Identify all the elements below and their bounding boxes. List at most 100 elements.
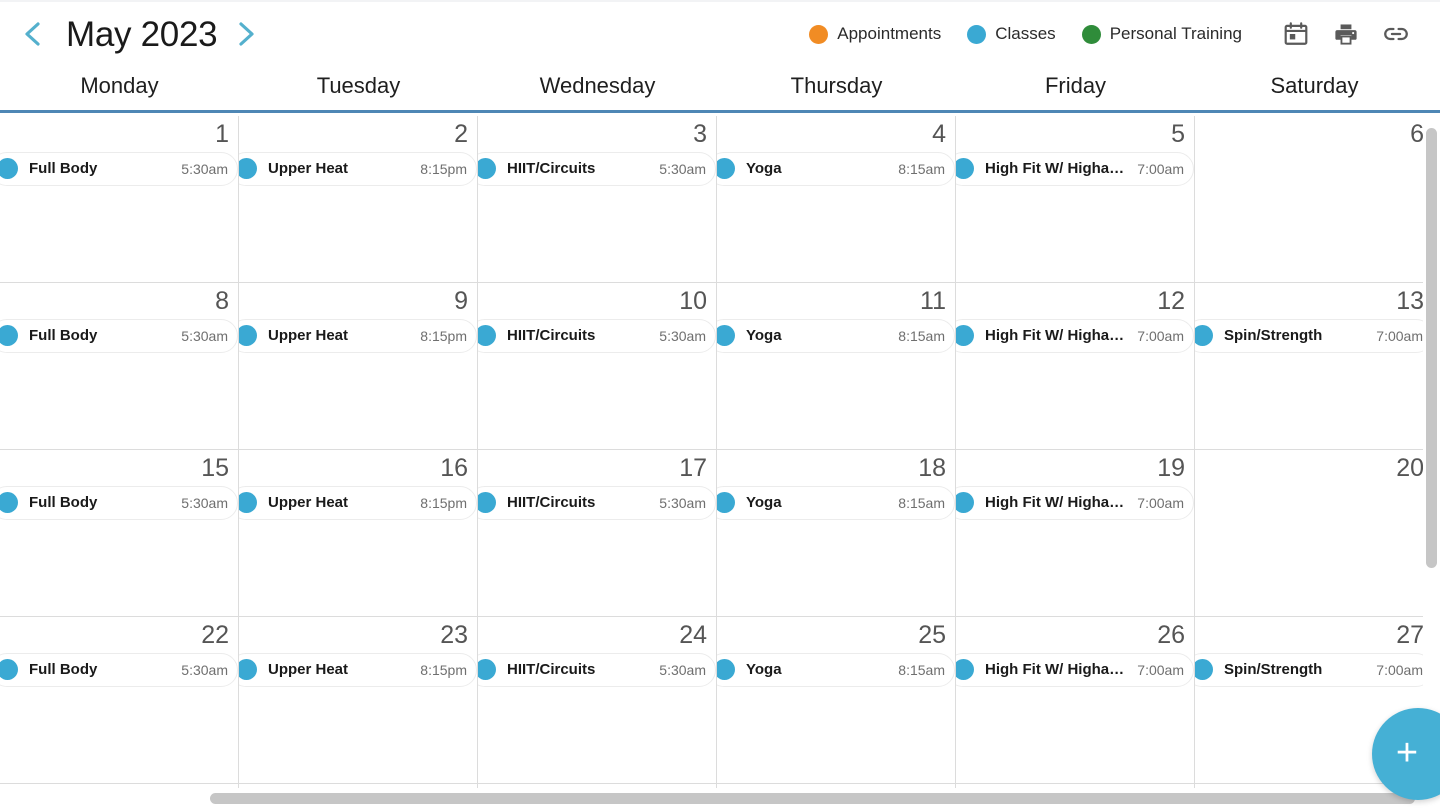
week-row: 8 Full Body 5:30am 9 Upper Heat 8:15pm 10 HIIT/…	[0, 283, 1440, 450]
day-cell[interactable]: 8 Full Body 5:30am	[0, 283, 239, 449]
day-cell[interactable]: 13 Spin/Strength 7:00am	[1195, 283, 1434, 449]
event-chip[interactable]: Upper Heat 8:15pm	[239, 485, 477, 520]
day-number: 18	[918, 454, 946, 482]
event-chip[interactable]: Full Body 5:30am	[0, 652, 238, 687]
event-chip[interactable]: Spin/Strength 7:00am	[1195, 652, 1433, 687]
event-title: High Fit W/ Highah...	[985, 494, 1130, 512]
previous-month-button[interactable]	[12, 13, 54, 55]
event-title: Full Body	[29, 494, 98, 512]
event-category-dot-icon	[0, 659, 18, 681]
day-number: 11	[920, 287, 946, 315]
horizontal-scrollbar[interactable]	[0, 788, 1440, 808]
event-chip[interactable]: Full Body 5:30am	[0, 318, 238, 353]
event-chip[interactable]: HIIT/Circuits 5:30am	[478, 652, 716, 687]
event-title: Yoga	[746, 327, 782, 345]
event-chip[interactable]: Upper Heat 8:15pm	[239, 318, 477, 353]
vertical-scrollbar[interactable]	[1423, 116, 1440, 788]
day-cell[interactable]: 26 High Fit W/ Highah... 7:00am	[956, 617, 1195, 783]
day-number: 13	[1396, 287, 1424, 315]
event-chip[interactable]: Yoga 8:15am	[717, 485, 955, 520]
day-number: 15	[201, 454, 229, 482]
day-cell[interactable]: 19 High Fit W/ Highah... 7:00am	[956, 450, 1195, 616]
day-cell[interactable]: 18 Yoga 8:15am	[717, 450, 956, 616]
event-category-dot-icon	[478, 659, 496, 681]
event-category-dot-icon	[239, 325, 257, 347]
event-title: Full Body	[29, 327, 98, 345]
day-number: 6	[1410, 120, 1424, 148]
day-cell[interactable]: 22 Full Body 5:30am	[0, 617, 239, 783]
legend-label-classes: Classes	[995, 24, 1056, 43]
day-cell[interactable]: 10 HIIT/Circuits 5:30am	[478, 283, 717, 449]
weekday-header-row: Monday Tuesday Wednesday Thursday Friday…	[0, 66, 1440, 113]
day-cell[interactable]: 12 High Fit W/ Highah... 7:00am	[956, 283, 1195, 449]
day-number: 12	[1157, 287, 1185, 315]
day-cell[interactable]: 2 Upper Heat 8:15pm	[239, 116, 478, 282]
day-number: 20	[1396, 454, 1424, 482]
weekday-header-thursday: Thursday	[790, 73, 883, 98]
legend-item-personal-training[interactable]: Personal Training	[1081, 24, 1242, 44]
event-chip[interactable]: Full Body 5:30am	[0, 485, 238, 520]
event-chip[interactable]: Upper Heat 8:15pm	[239, 652, 477, 687]
day-cell[interactable]: 9 Upper Heat 8:15pm	[239, 283, 478, 449]
day-number: 8	[215, 287, 229, 315]
day-cell[interactable]: 11 Yoga 8:15am	[717, 283, 956, 449]
link-icon[interactable]	[1382, 20, 1410, 48]
day-cell[interactable]: 20	[1195, 450, 1434, 616]
event-category-dot-icon	[239, 492, 257, 514]
day-number: 2	[454, 120, 468, 148]
event-time: 5:30am	[659, 494, 706, 511]
day-cell[interactable]: 5 High Fit W/ Highah... 7:00am	[956, 116, 1195, 282]
event-chip[interactable]: High Fit W/ Highah... 7:00am	[956, 318, 1194, 353]
event-chip[interactable]: Full Body 5:30am	[0, 151, 238, 186]
event-chip[interactable]: Yoga 8:15am	[717, 652, 955, 687]
event-chip[interactable]: High Fit W/ Highah... 7:00am	[956, 151, 1194, 186]
event-chip[interactable]: High Fit W/ Highah... 7:00am	[956, 485, 1194, 520]
event-chip[interactable]: Spin/Strength 7:00am	[1195, 318, 1433, 353]
green-dot-icon	[1081, 24, 1101, 44]
day-cell[interactable]: 16 Upper Heat 8:15pm	[239, 450, 478, 616]
event-time: 5:30am	[181, 327, 228, 344]
event-category-dot-icon	[0, 325, 18, 347]
legend-item-appointments[interactable]: Appointments	[809, 24, 941, 44]
day-cell[interactable]: 4 Yoga 8:15am	[717, 116, 956, 282]
event-category-dot-icon	[717, 659, 735, 681]
day-cell[interactable]: 6	[1195, 116, 1434, 282]
event-chip[interactable]: High Fit W/ Highah... 7:00am	[956, 652, 1194, 687]
day-cell[interactable]: 25 Yoga 8:15am	[717, 617, 956, 783]
event-category-dot-icon	[478, 325, 496, 347]
event-chip[interactable]: HIIT/Circuits 5:30am	[478, 151, 716, 186]
event-chip[interactable]: Yoga 8:15am	[717, 318, 955, 353]
event-category-dot-icon	[717, 492, 735, 514]
event-category-dot-icon	[239, 158, 257, 180]
horizontal-scrollbar-thumb[interactable]	[210, 793, 1415, 804]
weekday-header-monday: Monday	[80, 73, 159, 98]
print-icon[interactable]	[1332, 20, 1360, 48]
week-row: 22 Full Body 5:30am 23 Upper Heat 8:15pm 24 HII…	[0, 617, 1440, 784]
event-time: 5:30am	[659, 327, 706, 344]
day-cell[interactable]: 24 HIIT/Circuits 5:30am	[478, 617, 717, 783]
event-category-dot-icon	[1195, 325, 1213, 347]
event-chip[interactable]: Yoga 8:15am	[717, 151, 955, 186]
event-chip[interactable]: Upper Heat 8:15pm	[239, 151, 477, 186]
day-number: 9	[454, 287, 468, 315]
event-category-dot-icon	[717, 158, 735, 180]
legend-item-classes[interactable]: Classes	[967, 24, 1056, 44]
day-cell[interactable]: 23 Upper Heat 8:15pm	[239, 617, 478, 783]
day-cell[interactable]: 17 HIIT/Circuits 5:30am	[478, 450, 717, 616]
event-title: Upper Heat	[268, 494, 349, 512]
day-number: 3	[693, 120, 707, 148]
event-chip[interactable]: HIIT/Circuits 5:30am	[478, 485, 716, 520]
event-chip[interactable]: HIIT/Circuits 5:30am	[478, 318, 716, 353]
event-time: 5:30am	[181, 160, 228, 177]
day-cell[interactable]: 15 Full Body 5:30am	[0, 450, 239, 616]
vertical-scrollbar-thumb[interactable]	[1426, 128, 1437, 568]
legend-label-personal-training: Personal Training	[1109, 24, 1242, 43]
calendar-icon[interactable]	[1282, 20, 1310, 48]
next-month-button[interactable]	[225, 13, 267, 55]
event-category-dot-icon	[956, 659, 974, 681]
day-cell[interactable]: 3 HIIT/Circuits 5:30am	[478, 116, 717, 282]
event-category-dot-icon	[0, 492, 18, 514]
event-title: High Fit W/ Highah...	[985, 160, 1130, 178]
day-cell[interactable]: 1 Full Body 5:30am	[0, 116, 239, 282]
day-number: 1	[215, 120, 229, 148]
